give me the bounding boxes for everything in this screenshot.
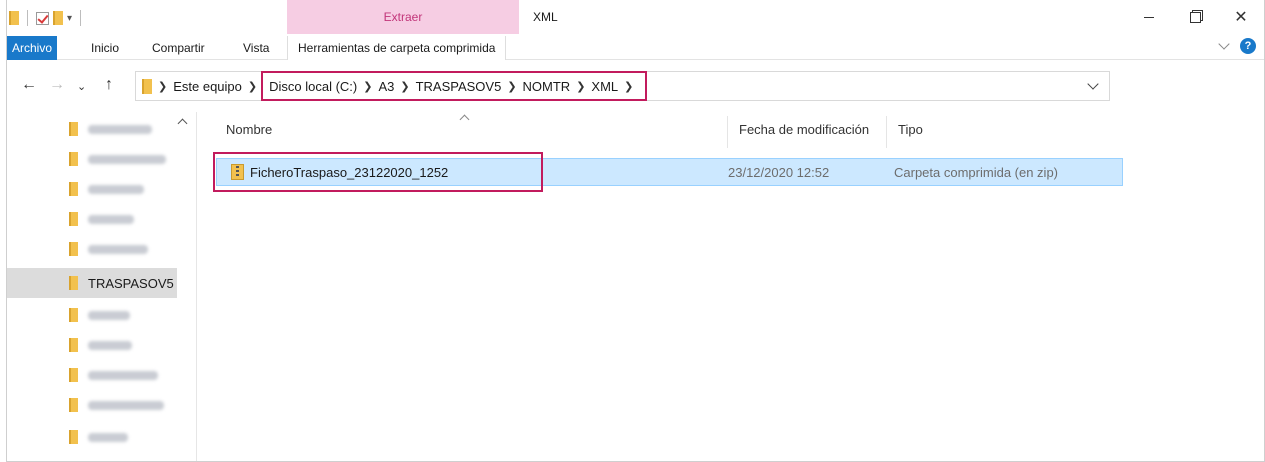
nav-folder-item[interactable]: [7, 300, 177, 330]
nav-folder-item[interactable]: [7, 144, 177, 174]
up-arrow-icon[interactable]: ↑: [105, 76, 113, 94]
tab-archivo[interactable]: Archivo: [7, 36, 57, 60]
quick-access-toolbar: ▾: [9, 7, 85, 29]
folder-icon: [69, 122, 78, 136]
nav-folder-item[interactable]: [7, 114, 177, 144]
tab-vista[interactable]: Vista: [243, 36, 269, 60]
blurred-folder-label: [88, 244, 148, 254]
help-icon[interactable]: ?: [1240, 38, 1256, 54]
breadcrumb-separator-icon[interactable]: ❯: [248, 80, 257, 93]
close-button[interactable]: ✕: [1218, 0, 1264, 34]
folder-icon: [69, 338, 78, 352]
breadcrumb-xml[interactable]: XML: [591, 79, 618, 94]
breadcrumb-separator-icon[interactable]: ❯: [507, 80, 516, 93]
folder-icon: [69, 152, 78, 166]
breadcrumb-separator-icon[interactable]: ❯: [576, 80, 585, 93]
expand-ribbon-chevron-icon[interactable]: [1218, 38, 1230, 50]
nav-folder-item[interactable]: [7, 360, 177, 390]
nav-folder-item[interactable]: [7, 330, 177, 360]
blurred-folder-label: [88, 310, 130, 320]
toolbar-separator: [27, 10, 28, 26]
breadcrumb-separator-icon[interactable]: ❯: [624, 80, 633, 93]
ribbon-tabs: Archivo Inicio Compartir Vista Herramien…: [7, 34, 1264, 60]
tab-herramientas-carpeta-comprimida[interactable]: Herramientas de carpeta comprimida: [287, 36, 507, 60]
blurred-folder-label: [88, 432, 128, 442]
folder-icon: [69, 276, 78, 290]
scroll-up-chevron-icon[interactable]: [177, 118, 188, 129]
blurred-folder-label: [88, 184, 144, 194]
context-tab-group-label: Extraer: [383, 10, 423, 24]
breadcrumb-separator-icon[interactable]: ❯: [400, 80, 409, 93]
breadcrumb-este-equipo[interactable]: Este equipo: [173, 79, 242, 94]
breadcrumb-separator-icon[interactable]: ❯: [363, 80, 372, 93]
tab-inicio[interactable]: Inicio: [91, 36, 119, 60]
nav-folder-item[interactable]: [7, 174, 177, 204]
breadcrumb-nomtr[interactable]: NOMTR: [523, 79, 571, 94]
nav-folder-item[interactable]: [7, 422, 177, 452]
blurred-folder-label: [88, 124, 152, 134]
address-bar[interactable]: ❯ Este equipo ❯ Disco local (C:) ❯ A3 ❯ …: [135, 71, 1110, 101]
properties-icon[interactable]: [36, 11, 49, 25]
blurred-folder-label: [88, 400, 164, 410]
column-divider[interactable]: [886, 116, 887, 148]
blurred-folder-label: [88, 340, 132, 350]
column-header-nombre[interactable]: Nombre: [226, 122, 272, 137]
column-header-tipo[interactable]: Tipo: [898, 122, 923, 137]
minimize-button[interactable]: [1126, 0, 1172, 34]
folder-icon: [69, 212, 78, 226]
column-divider[interactable]: [727, 116, 728, 148]
folder-icon: [69, 430, 78, 444]
file-list: Nombre Fecha de modificación Tipo Ficher…: [202, 112, 1262, 461]
new-folder-icon[interactable]: [53, 11, 63, 25]
nav-folder-item-traspasov5[interactable]: TRASPASOV5: [7, 268, 177, 298]
breadcrumb-a3[interactable]: A3: [378, 79, 394, 94]
folder-icon: [9, 11, 19, 25]
highlighted-path: Disco local (C:) ❯ A3 ❯ TRASPASOV5 ❯ NOM…: [261, 71, 648, 101]
address-dropdown-chevron-icon[interactable]: [1087, 78, 1099, 90]
title-bar: ▾ Extraer XML ✕: [7, 0, 1264, 34]
folder-icon: [69, 308, 78, 322]
maximize-button[interactable]: [1172, 0, 1218, 34]
sort-ascending-icon: [459, 114, 470, 125]
nav-folder-item[interactable]: [7, 390, 177, 420]
breadcrumb-disco-local[interactable]: Disco local (C:): [269, 79, 357, 94]
blurred-folder-label: [88, 214, 134, 224]
breadcrumb-separator-icon[interactable]: ❯: [158, 80, 167, 93]
forward-arrow-icon[interactable]: →: [49, 76, 65, 94]
window-controls: ✕: [1126, 0, 1264, 34]
file-date: 23/12/2020 12:52: [728, 165, 830, 180]
window-title: XML: [533, 10, 558, 24]
ribbon-right-controls: ?: [1218, 38, 1256, 54]
navigation-pane[interactable]: TRASPASOV5: [7, 112, 197, 461]
tab-compartir[interactable]: Compartir: [152, 36, 205, 60]
close-icon: ✕: [1234, 9, 1248, 26]
recent-locations-chevron-icon[interactable]: ⌄: [77, 80, 86, 93]
blurred-folder-label: [88, 370, 158, 380]
nav-folder-label: TRASPASOV5: [88, 275, 174, 291]
blurred-folder-label: [88, 154, 166, 164]
context-tab-group: Extraer: [287, 0, 519, 34]
back-arrow-icon[interactable]: ←: [21, 76, 37, 94]
breadcrumb-traspasov5[interactable]: TRASPASOV5: [416, 79, 502, 94]
file-explorer-window: ▾ Extraer XML ✕ Archivo Inicio Compartir…: [6, 0, 1265, 462]
folder-icon: [69, 242, 78, 256]
nav-folder-item[interactable]: [7, 204, 177, 234]
folder-icon: [142, 78, 152, 94]
nav-folder-item[interactable]: [7, 234, 177, 264]
file-type: Carpeta comprimida (en zip): [894, 165, 1059, 180]
toolbar-separator: [80, 10, 82, 26]
folder-icon: [69, 182, 78, 196]
column-header-fecha[interactable]: Fecha de modificación: [739, 122, 869, 137]
customize-toolbar-chevron-icon[interactable]: ▾: [67, 13, 72, 24]
folder-icon: [69, 368, 78, 382]
folder-icon: [69, 398, 78, 412]
navigation-row: ← → ⌄ ↑ ❯ Este equipo ❯ Disco local (C:)…: [7, 66, 1264, 106]
highlight-box: [213, 152, 543, 192]
